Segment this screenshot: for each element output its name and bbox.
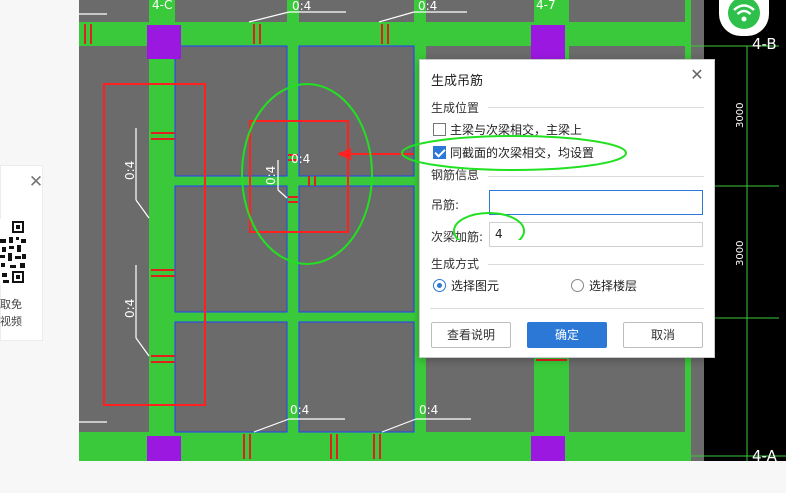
beam-label-5: 0:4 <box>291 152 310 166</box>
beam-label-1: 0:4 <box>292 0 311 13</box>
radio-select-element-label: 选择图元 <box>451 278 500 293</box>
grid-label-4b: 4-B <box>752 35 777 53</box>
radio-select-floor[interactable]: 选择楼层 <box>571 277 637 293</box>
cancel-button[interactable]: 取消 <box>623 322 703 348</box>
close-icon[interactable]: ✕ <box>689 67 705 83</box>
ok-button[interactable]: 确定 <box>527 322 607 348</box>
dialog-title: 生成吊筋 <box>431 74 484 89</box>
grid-label-4a: 4-A <box>752 447 778 461</box>
dim-label-1: 3000 <box>735 103 746 128</box>
beam-label-8: 0:4 <box>264 166 278 185</box>
wifi-badge <box>719 0 769 36</box>
screen: ✕ 取免 视频 4-C 4-7 4-B 4-A 0:4 0:4 0:4 0:4 … <box>0 0 786 493</box>
section-position: 生成位置 <box>431 101 480 115</box>
radio-select-floor-label: 选择楼层 <box>589 278 638 293</box>
wifi-icon <box>728 0 760 29</box>
beam-label-2: 0:4 <box>418 0 437 13</box>
grid-label-4c: 4-C <box>152 0 172 12</box>
dialog-annotations <box>401 135 627 240</box>
radio-select-floor-dot[interactable] <box>571 278 584 292</box>
radio-select-element-dot[interactable] <box>433 278 446 292</box>
beam-label-4: 0:4 <box>419 403 438 417</box>
radio-select-element[interactable]: 选择图元 <box>433 277 499 293</box>
help-button[interactable]: 查看说明 <box>431 322 511 348</box>
section-method: 生成方式 <box>431 257 480 271</box>
side-close-icon[interactable]: ✕ <box>28 174 44 191</box>
side-text-2: 视频 <box>0 315 22 328</box>
beam-label-7: 0:4 <box>123 299 137 318</box>
beam-label-3: 0:4 <box>290 403 309 417</box>
side-text-1: 取免 <box>0 298 22 311</box>
beam-label-6: 0:4 <box>123 161 137 180</box>
qr-code-icon <box>0 219 27 285</box>
dim-label-2: 3000 <box>735 241 746 266</box>
grid-label-47: 4-7 <box>536 0 556 12</box>
